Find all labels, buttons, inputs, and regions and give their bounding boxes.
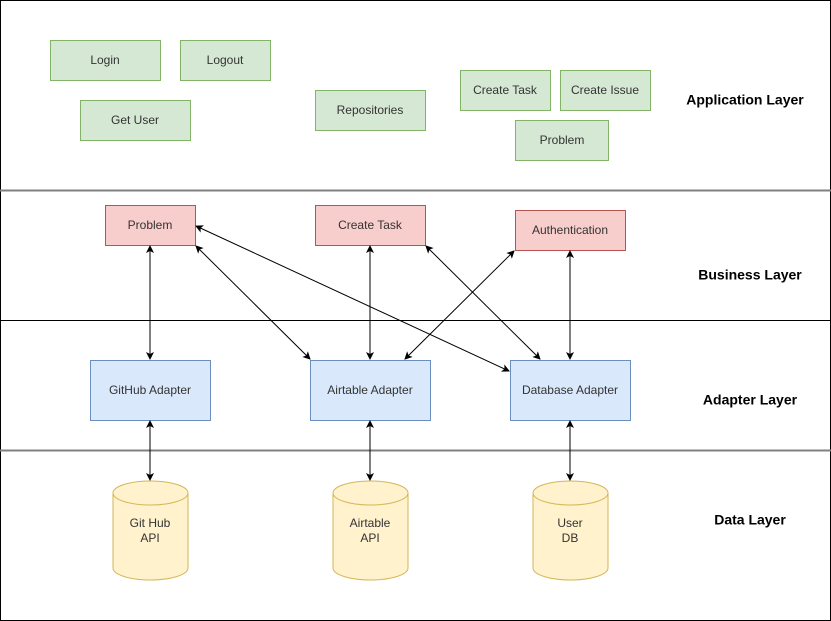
svg-text:Create Task: Create Task [338, 218, 403, 232]
svg-text:Database Adapter: Database Adapter [522, 383, 618, 397]
svg-text:Repositories: Repositories [337, 103, 404, 117]
svg-text:User: User [557, 516, 582, 530]
svg-text:Airtable Adapter: Airtable Adapter [327, 383, 412, 397]
layer-label-business: Business Layer [698, 267, 802, 283]
layer-label-data: Data Layer [714, 512, 786, 528]
layer-label-adapter: Adapter Layer [703, 392, 798, 408]
svg-text:Logout: Logout [207, 53, 244, 67]
airtable-api-database[interactable]: AirtableAPI [332, 480, 409, 581]
app-create-issue[interactable]: Create Issue [560, 70, 651, 111]
svg-text:Login: Login [90, 53, 119, 67]
business-create-task[interactable]: Create Task [315, 205, 426, 246]
architecture-diagram: Application Layer Business Layer Adapter… [0, 0, 831, 621]
app-get-user[interactable]: Get User [80, 100, 191, 141]
svg-text:Airtable: Airtable [350, 516, 391, 530]
svg-text:Problem: Problem [540, 133, 585, 147]
svg-text:Problem: Problem [128, 218, 173, 232]
business-problem[interactable]: Problem [105, 205, 196, 246]
airtable-adapter[interactable]: Airtable Adapter [310, 360, 431, 421]
github-api-database[interactable]: Git HubAPI [112, 480, 189, 581]
svg-text:API: API [360, 531, 379, 545]
business-authentication[interactable]: Authentication [515, 210, 626, 251]
svg-text:Git Hub: Git Hub [130, 516, 171, 530]
app-repositories[interactable]: Repositories [315, 90, 426, 131]
app-login[interactable]: Login [50, 40, 161, 81]
svg-text:Create Issue: Create Issue [571, 83, 639, 97]
database-adapter[interactable]: Database Adapter [510, 360, 631, 421]
app-logout[interactable]: Logout [180, 40, 271, 81]
svg-text:Create Task: Create Task [473, 83, 538, 97]
svg-text:Authentication: Authentication [532, 223, 608, 237]
github-adapter[interactable]: GitHub Adapter [90, 360, 211, 421]
layer-label-application: Application Layer [686, 92, 804, 108]
svg-text:DB: DB [562, 531, 579, 545]
svg-text:Get User: Get User [111, 113, 159, 127]
svg-text:API: API [140, 531, 159, 545]
svg-text:GitHub Adapter: GitHub Adapter [109, 383, 191, 397]
app-problem[interactable]: Problem [515, 120, 609, 161]
app-create-task[interactable]: Create Task [460, 70, 551, 111]
user-db-database[interactable]: UserDB [532, 480, 609, 581]
